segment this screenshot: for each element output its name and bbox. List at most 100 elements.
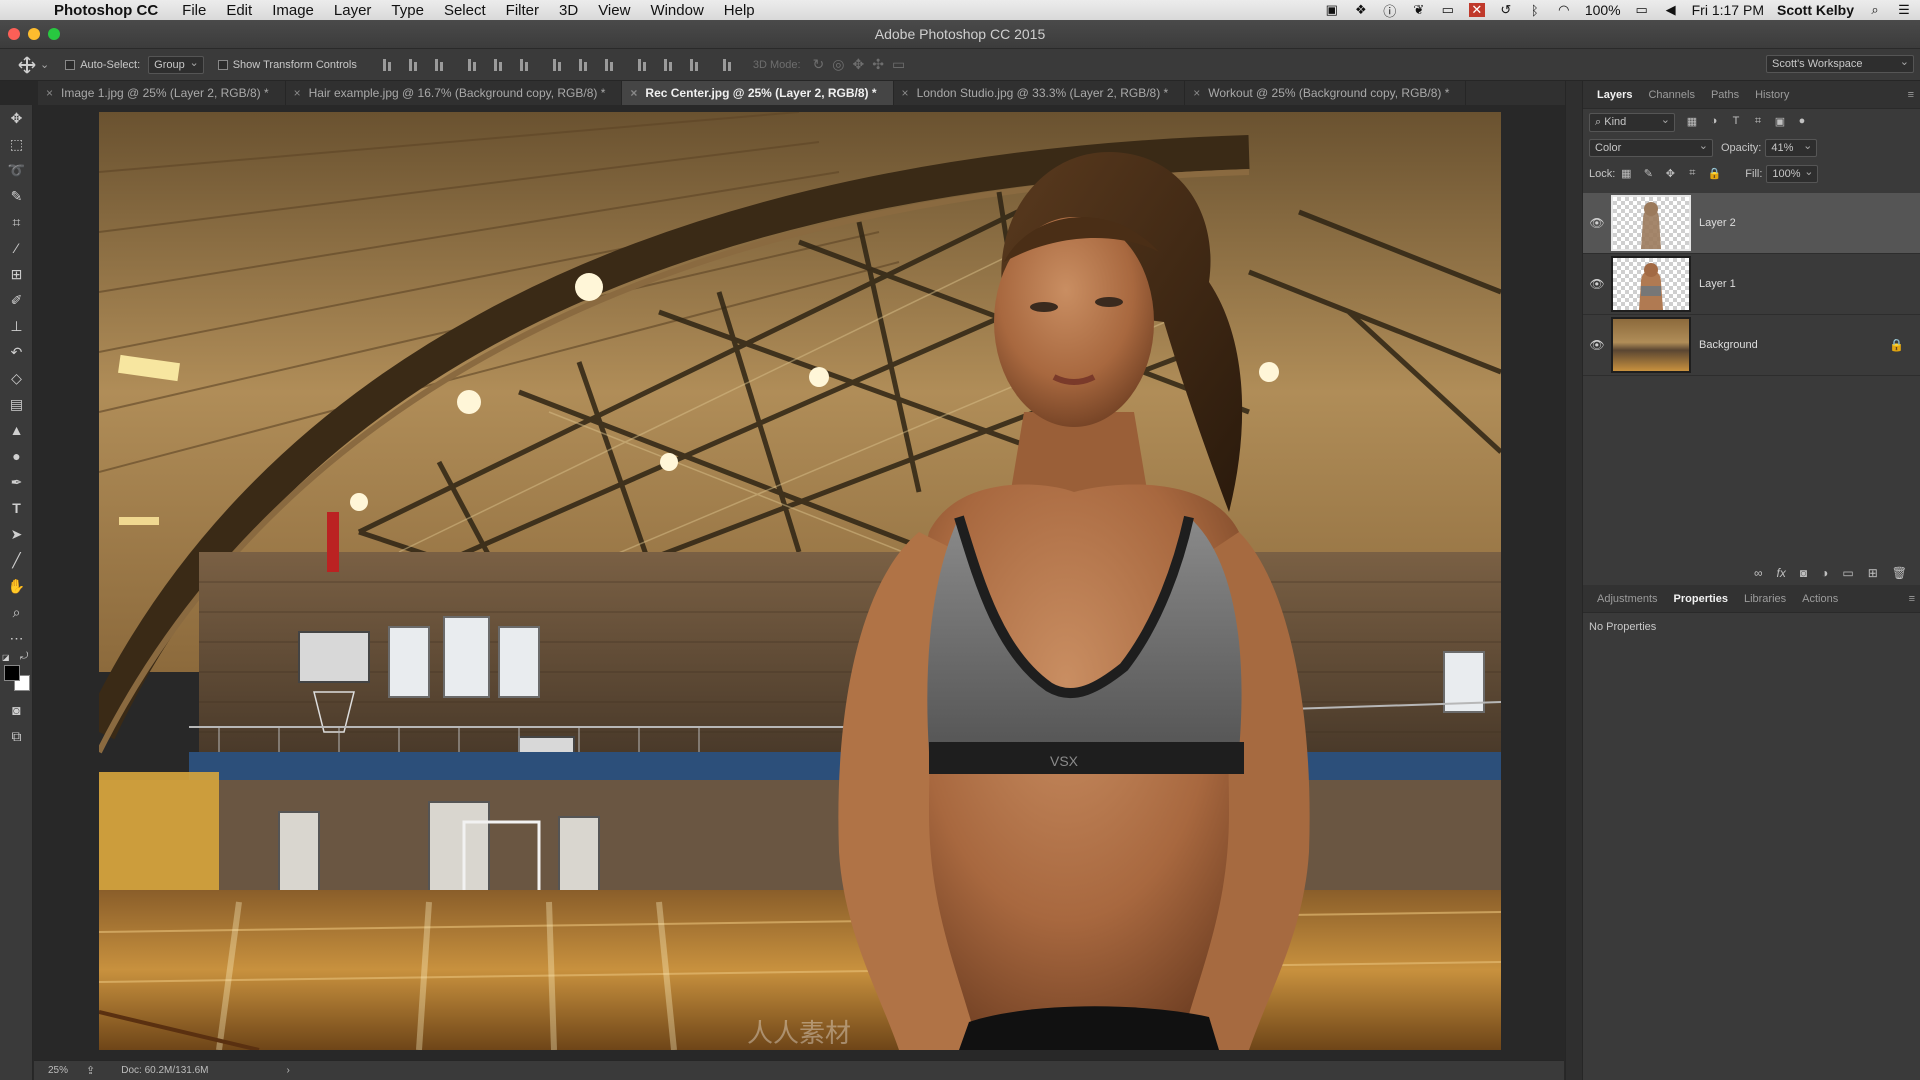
filter-toggle-icon[interactable]: ● (1795, 115, 1809, 129)
lock-image-pixels-icon[interactable]: ✎ (1641, 167, 1655, 181)
status-menu-arrow-icon[interactable]: › (287, 1065, 290, 1076)
crop-tool-icon[interactable]: ⌗ (0, 209, 33, 235)
distribute-bottom-icon[interactable] (602, 57, 618, 73)
menu-3d[interactable]: 3D (549, 2, 588, 19)
menu-select[interactable]: Select (434, 2, 496, 19)
eye-icon[interactable]: 👁 (1583, 277, 1611, 291)
menu-edit[interactable]: Edit (216, 2, 262, 19)
align-top-icon[interactable] (380, 57, 396, 73)
distribute-vertical-center-icon[interactable] (576, 57, 592, 73)
camera-icon[interactable]: ▣ (1324, 2, 1340, 17)
eye-icon[interactable]: 👁 (1583, 216, 1611, 230)
filter-smart-object-icon[interactable]: ▣ (1773, 115, 1787, 129)
panel-menu-icon[interactable]: ≡ (1908, 89, 1914, 101)
line-tool-icon[interactable]: ╱ (0, 547, 33, 573)
airplay-icon[interactable]: ▭ (1440, 2, 1456, 17)
new-group-icon[interactable]: ▭ (1842, 566, 1853, 580)
document-tab[interactable]: × Hair example.jpg @ 16.7% (Background co… (286, 81, 623, 105)
document-tab[interactable]: × Workout @ 25% (Background copy, RGB/8) … (1185, 81, 1467, 105)
zoom-window-button[interactable] (48, 28, 60, 40)
auto-select-dropdown[interactable]: Group (148, 55, 204, 74)
foreground-color-swatch[interactable] (4, 665, 20, 681)
evernote-icon[interactable]: ❦ (1411, 2, 1427, 17)
menu-type[interactable]: Type (381, 2, 434, 19)
move-tool-icon[interactable]: ✥ (0, 105, 33, 131)
battery-icon[interactable]: ▭ (1634, 2, 1650, 17)
auto-align-icon[interactable] (720, 57, 736, 73)
doc-size[interactable]: Doc: 60.2M/131.6M (121, 1065, 208, 1076)
default-colors-icon[interactable]: ◪ (2, 653, 10, 662)
quick-mask-icon[interactable]: ◙ (0, 697, 33, 723)
eye-icon[interactable]: 👁 (1583, 338, 1611, 352)
dropbox-icon[interactable]: ❖ (1353, 2, 1369, 17)
layer-name[interactable]: Layer 1 (1699, 278, 1736, 290)
close-tab-icon[interactable]: × (630, 86, 637, 100)
export-icon[interactable]: ⇪ (86, 1064, 95, 1077)
tab-adjustments[interactable]: Adjustments (1589, 593, 1666, 605)
tab-channels[interactable]: Channels (1640, 89, 1702, 101)
document-canvas[interactable]: VSX 人人素材 (99, 112, 1501, 1050)
filter-type-icon[interactable]: T (1729, 115, 1743, 129)
distribute-top-icon[interactable] (550, 57, 566, 73)
lasso-tool-icon[interactable]: ➰ (0, 157, 33, 183)
time-machine-icon[interactable]: ↺ (1498, 2, 1514, 17)
menu-view[interactable]: View (588, 2, 640, 19)
history-brush-tool-icon[interactable]: ↶ (0, 339, 33, 365)
layer-name[interactable]: Background (1699, 339, 1758, 351)
document-tab[interactable]: × Rec Center.jpg @ 25% (Layer 2, RGB/8) * (622, 81, 894, 105)
path-selection-tool-icon[interactable]: ➤ (0, 521, 33, 547)
layer-row[interactable]: 👁 Layer 2 (1583, 193, 1920, 254)
tab-actions[interactable]: Actions (1794, 593, 1846, 605)
pen-tool-icon[interactable]: ✒ (0, 469, 33, 495)
lock-artboard-icon[interactable]: ⌗ (1685, 167, 1699, 181)
link-layers-icon[interactable]: ∞ (1754, 566, 1763, 580)
user-name[interactable]: Scott Kelby (1777, 2, 1854, 18)
lock-icon[interactable]: 🔒 (1889, 338, 1904, 352)
more-tools-icon[interactable]: ⋯ (0, 625, 33, 651)
align-right-icon[interactable] (517, 57, 533, 73)
layer-row[interactable]: 👁 Layer 1 (1583, 254, 1920, 315)
wifi-icon[interactable]: ◠ (1556, 2, 1572, 17)
menu-help[interactable]: Help (714, 2, 765, 19)
type-tool-icon[interactable]: T (0, 495, 33, 521)
menu-layer[interactable]: Layer (324, 2, 382, 19)
document-tab[interactable]: × London Studio.jpg @ 33.3% (Layer 2, RGB… (894, 81, 1186, 105)
lock-all-icon[interactable]: 🔒 (1707, 167, 1721, 181)
3d-mode-icons[interactable]: ↻◎✥✣▭ (813, 56, 914, 73)
move-tool-preset[interactable]: ⌄ (18, 55, 49, 74)
tab-paths[interactable]: Paths (1703, 89, 1747, 101)
clock[interactable]: Fri 1:17 PM (1692, 2, 1764, 18)
new-layer-icon[interactable]: ⊞ (1868, 566, 1878, 580)
quick-selection-tool-icon[interactable]: ✎ (0, 183, 33, 209)
gradient-tool-icon[interactable]: ▤ (0, 391, 33, 417)
close-tab-icon[interactable]: × (902, 86, 909, 100)
zoom-level[interactable]: 25% (48, 1065, 68, 1076)
marquee-tool-icon[interactable]: ⬚ (0, 131, 33, 157)
opacity-field[interactable]: 41% (1765, 139, 1818, 157)
color-swatches[interactable]: ◪ ⤾ (0, 651, 32, 697)
stop-icon[interactable]: ✕ (1468, 2, 1485, 17)
close-tab-icon[interactable]: × (294, 86, 301, 100)
show-transform-checkbox[interactable]: Show Transform Controls (217, 59, 357, 71)
tab-history[interactable]: History (1747, 89, 1797, 101)
distribute-left-icon[interactable] (635, 57, 651, 73)
distribute-right-icon[interactable] (687, 57, 703, 73)
close-tab-icon[interactable]: × (46, 86, 53, 100)
auto-select-checkbox[interactable]: Auto-Select: (65, 59, 140, 71)
tab-libraries[interactable]: Libraries (1736, 593, 1794, 605)
blend-mode-dropdown[interactable]: Color (1589, 139, 1713, 157)
distribute-horizontal-center-icon[interactable] (661, 57, 677, 73)
info-icon[interactable]: ⓘ (1382, 3, 1398, 19)
lock-transparent-pixels-icon[interactable]: ▦ (1619, 167, 1633, 181)
trash-icon[interactable]: 🗑 (1892, 566, 1907, 580)
close-tab-icon[interactable]: × (1193, 86, 1200, 100)
eraser-tool-icon[interactable]: ◇ (0, 365, 33, 391)
brush-tool-icon[interactable]: ✐ (0, 287, 33, 313)
close-window-button[interactable] (8, 28, 20, 40)
layer-row[interactable]: 👁 Background 🔒 (1583, 315, 1920, 376)
clone-stamp-tool-icon[interactable]: ⊥ (0, 313, 33, 339)
align-bottom-icon[interactable] (432, 57, 448, 73)
hand-tool-icon[interactable]: ✋ (0, 573, 33, 599)
fill-field[interactable]: 100% (1766, 165, 1819, 183)
filter-adjustment-icon[interactable]: ◑ (1707, 115, 1721, 129)
